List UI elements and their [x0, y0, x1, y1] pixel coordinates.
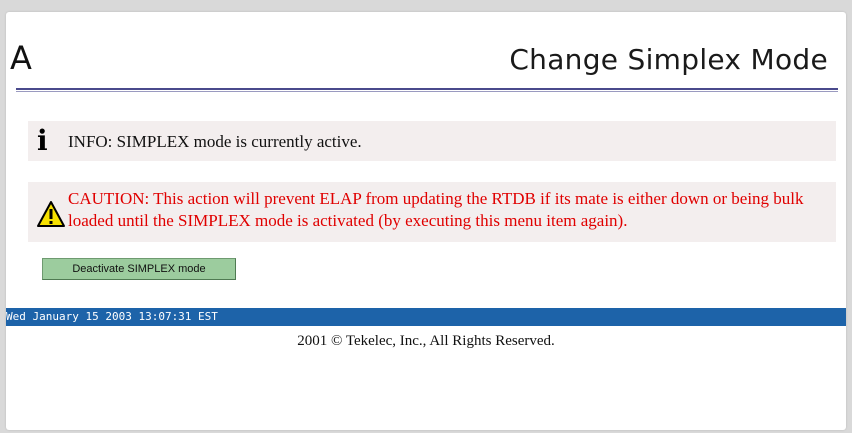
- status-timestamp: Wed January 15 2003 13:07:31 EST: [6, 310, 218, 323]
- page-header: A Change Simplex Mode: [6, 12, 846, 92]
- caution-message-text: CAUTION: This action will prevent ELAP f…: [68, 188, 828, 232]
- content-page: A Change Simplex Mode i INFO: SIMPLEX mo…: [6, 12, 846, 430]
- warning-triangle-icon: [36, 200, 66, 228]
- caution-line-2: loaded until the SIMPLEX mode is activat…: [68, 211, 628, 230]
- app-identifier: A: [10, 39, 32, 77]
- page-title: Change Simplex Mode: [509, 43, 828, 76]
- caution-message-box: CAUTION: This action will prevent ELAP f…: [28, 182, 836, 242]
- header-divider-secondary: [16, 91, 838, 92]
- info-message-box: i INFO: SIMPLEX mode is currently active…: [28, 121, 836, 161]
- header-divider: [16, 88, 838, 90]
- caution-line-1: CAUTION: This action will prevent ELAP f…: [68, 189, 804, 208]
- info-icon: i: [37, 124, 48, 157]
- status-bar: Wed January 15 2003 13:07:31 EST: [6, 308, 846, 326]
- copyright-footer: 2001 © Tekelec, Inc., All Rights Reserve…: [297, 333, 555, 349]
- deactivate-simplex-button[interactable]: Deactivate SIMPLEX mode: [42, 258, 236, 280]
- info-message-text: INFO: SIMPLEX mode is currently active.: [68, 132, 362, 151]
